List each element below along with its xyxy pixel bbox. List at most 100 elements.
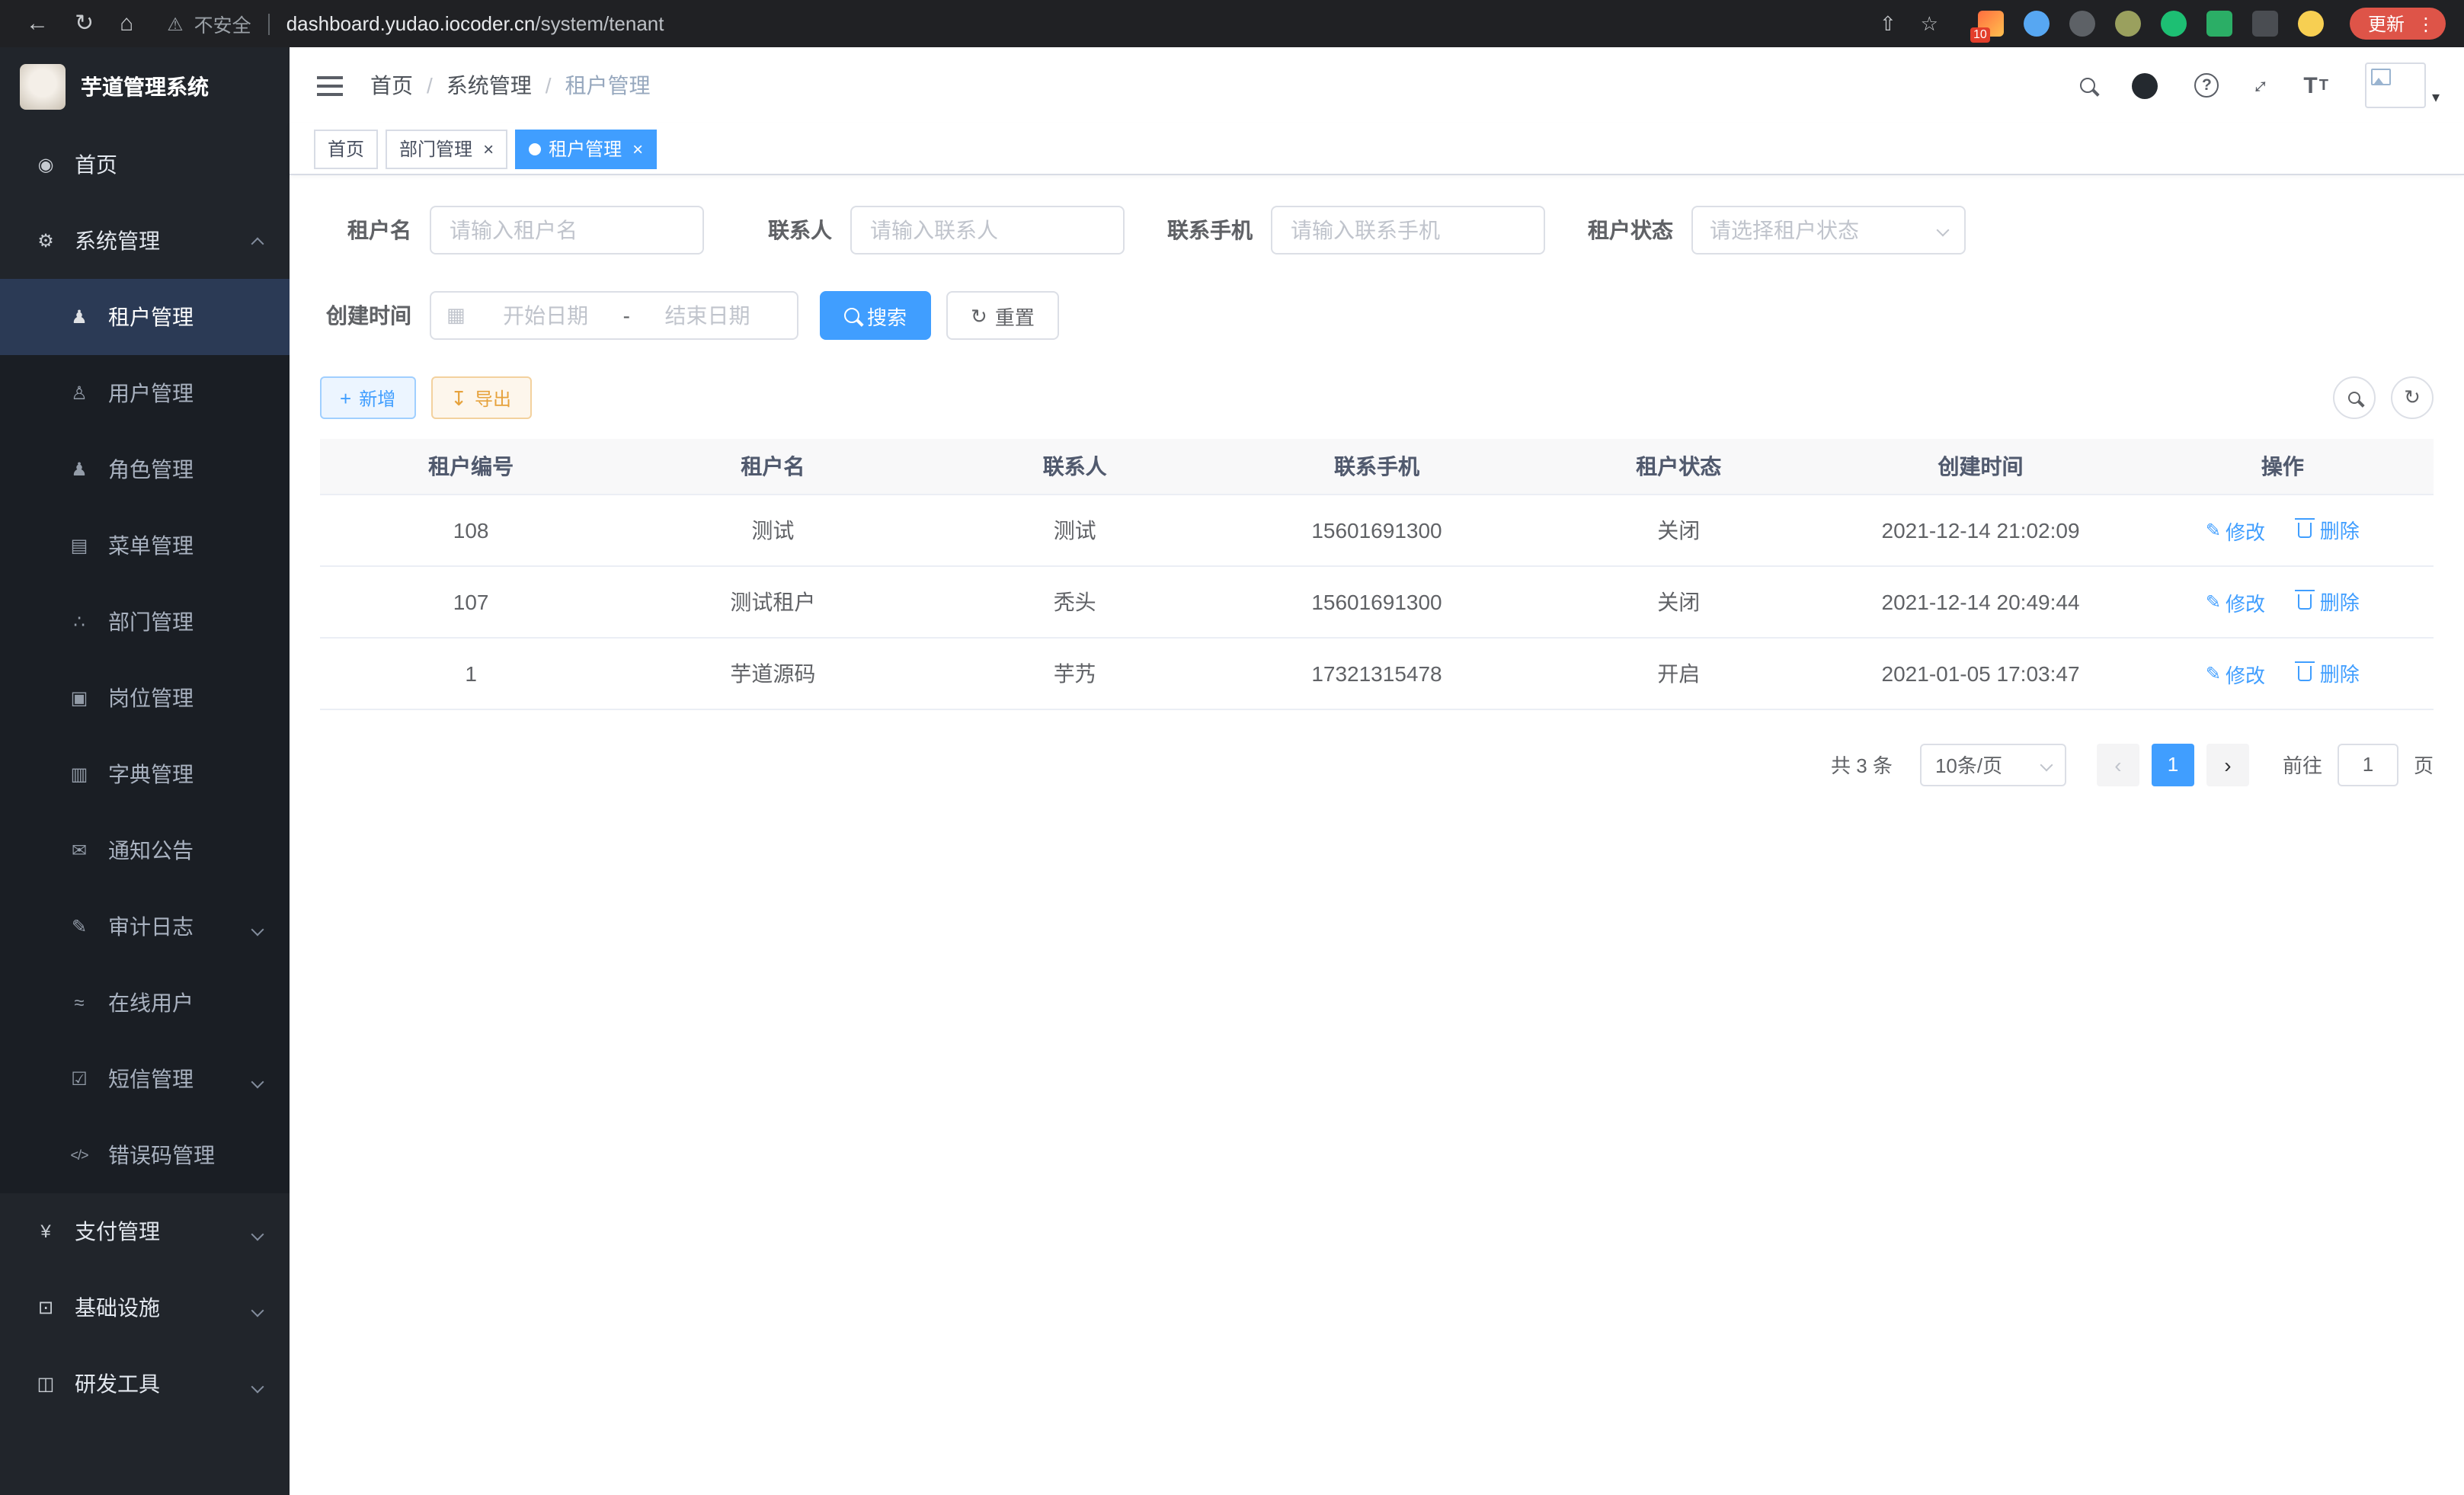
delete-link[interactable]: 删除 — [2299, 586, 2360, 615]
cell-actions: ✎修改 删除 — [2132, 494, 2434, 565]
sidebar-item-online-user[interactable]: ≈ 在线用户 — [0, 965, 290, 1041]
goto-page-input[interactable] — [2338, 743, 2398, 786]
extensions-puzzle-icon[interactable] — [2252, 11, 2278, 37]
cell-created: 2021-12-14 20:49:44 — [1829, 565, 2131, 637]
gear-icon: ⚙ — [32, 230, 59, 251]
app-title: 芋道管理系统 — [81, 72, 209, 102]
sidebar-item-user[interactable]: ♙ 用户管理 — [0, 355, 290, 431]
breadcrumb-system[interactable]: 系统管理 — [446, 70, 532, 101]
share-icon[interactable]: ⇧ — [1872, 14, 1904, 34]
cell-id: 1 — [320, 637, 622, 709]
chevron-down-icon — [1937, 224, 1950, 237]
tab-dept[interactable]: 部门管理 × — [386, 129, 507, 168]
sidebar-item-home[interactable]: ◉ 首页 — [0, 126, 290, 203]
sidebar-item-sms[interactable]: ☑ 短信管理 — [0, 1041, 290, 1117]
address-bar[interactable]: ⚠ 不安全 dashboard.yudao.iocoder.cn/system/… — [152, 9, 1946, 38]
edit-link[interactable]: ✎修改 — [2206, 516, 2265, 545]
refresh-button[interactable]: ↻ — [2391, 376, 2434, 419]
sidebar-toggle[interactable] — [314, 69, 346, 101]
audit-log-icon: ✎ — [66, 916, 93, 937]
sidebar-item-label: 支付管理 — [75, 1216, 160, 1247]
sidebar-item-role[interactable]: ♟ 角色管理 — [0, 431, 290, 507]
cell-name: 测试 — [622, 494, 923, 565]
extension-icon[interactable] — [2024, 11, 2050, 37]
close-icon[interactable]: × — [632, 139, 643, 158]
tab-tenant[interactable]: 租户管理 × — [515, 129, 657, 168]
update-button[interactable]: 更新 ⋮ — [2350, 8, 2446, 40]
tab-home[interactable]: 首页 — [314, 129, 378, 168]
extension-icon[interactable] — [2161, 11, 2187, 37]
chevron-down-icon — [253, 914, 262, 939]
app-logo[interactable]: 芋道管理系统 — [0, 47, 290, 126]
sidebar-item-audit-log[interactable]: ✎ 审计日志 — [0, 888, 290, 965]
sidebar: 芋道管理系统 ◉ 首页 ⚙ 系统管理 ♟ 租户管理 ♙ 用户管理 — [0, 47, 290, 1495]
bookmark-star-icon[interactable]: ☆ — [1913, 14, 1946, 34]
filter-form-row-1: 租户名 联系人 联系手机 租户状态 请选择租户状态 — [320, 206, 2434, 255]
user-icon: ♙ — [66, 383, 93, 404]
tab-label: 租户管理 — [549, 136, 622, 162]
extension-icon[interactable] — [2069, 11, 2095, 37]
roles-icon: ♟ — [66, 459, 93, 480]
sidebar-item-notice[interactable]: ✉ 通知公告 — [0, 812, 290, 888]
breadcrumb-home[interactable]: 首页 — [370, 70, 413, 101]
cell-name: 测试租户 — [622, 565, 923, 637]
dict-book-icon: ▥ — [66, 764, 93, 785]
sidebar-item-dept[interactable]: ∴ 部门管理 — [0, 584, 290, 660]
sidebar-item-post[interactable]: ▣ 岗位管理 — [0, 660, 290, 736]
delete-link[interactable]: 删除 — [2299, 514, 2360, 543]
fullscreen-icon[interactable]: ↕ — [2248, 72, 2275, 99]
date-range-picker[interactable]: ▦ 开始日期 - 结束日期 — [430, 291, 798, 340]
sidebar-item-payment[interactable]: ¥ 支付管理 — [0, 1193, 290, 1269]
export-button[interactable]: ↧ 导出 — [430, 376, 531, 419]
sidebar-item-dict[interactable]: ▥ 字典管理 — [0, 736, 290, 812]
edit-link[interactable]: ✎修改 — [2206, 659, 2265, 688]
extension-icon[interactable] — [2115, 11, 2141, 37]
sidebar-item-system[interactable]: ⚙ 系统管理 — [0, 203, 290, 279]
edit-link[interactable]: ✎修改 — [2206, 587, 2265, 616]
delete-link[interactable]: 删除 — [2299, 658, 2360, 687]
header-search-icon[interactable] — [2080, 78, 2095, 93]
sidebar-item-error-code[interactable]: </> 错误码管理 — [0, 1117, 290, 1193]
column-header-id: 租户编号 — [320, 439, 622, 494]
edit-icon: ✎ — [2206, 591, 2221, 613]
search-button[interactable]: 搜索 — [820, 291, 931, 340]
tenant-status-select[interactable]: 请选择租户状态 — [1691, 206, 1966, 255]
goto-label: 前往 — [2283, 750, 2322, 779]
page-number-1[interactable]: 1 — [2152, 743, 2194, 786]
tenant-table: 租户编号 租户名 联系人 联系手机 租户状态 创建时间 操作 108 测试 — [320, 439, 2434, 709]
page-size-select[interactable]: 10条/页 — [1920, 743, 2066, 786]
profile-avatar[interactable] — [2298, 11, 2324, 37]
filter-tenant-name: 租户名 — [320, 206, 704, 255]
add-button[interactable]: + 新增 — [320, 376, 415, 419]
divider — [268, 13, 270, 34]
extension-icon[interactable]: 10 — [1978, 11, 2004, 37]
font-size-icon[interactable]: TT — [2303, 72, 2328, 98]
reload-icon[interactable]: ↻ — [67, 12, 101, 35]
close-icon[interactable]: × — [483, 139, 494, 158]
next-page-button[interactable]: › — [2206, 743, 2249, 786]
security-label[interactable]: 不安全 — [194, 9, 251, 38]
chevron-up-icon — [253, 229, 262, 253]
sidebar-item-menu[interactable]: ▤ 菜单管理 — [0, 507, 290, 584]
tenant-name-input[interactable] — [430, 206, 704, 255]
sidebar-item-tenant[interactable]: ♟ 租户管理 — [0, 279, 290, 355]
url-path: /system/tenant — [535, 12, 664, 35]
sidebar-item-infra[interactable]: ⊡ 基础设施 — [0, 1269, 290, 1346]
sidebar-item-label: 菜单管理 — [108, 530, 194, 561]
prev-page-button[interactable]: ‹ — [2097, 743, 2139, 786]
reset-button[interactable]: ↻ 重置 — [946, 291, 1059, 340]
sidebar-item-devtools[interactable]: ◫ 研发工具 — [0, 1346, 290, 1422]
toggle-search-button[interactable] — [2333, 376, 2376, 419]
home-icon[interactable]: ⌂ — [112, 12, 141, 35]
contact-input[interactable] — [850, 206, 1125, 255]
github-icon[interactable] — [2132, 72, 2158, 98]
kebab-menu-icon[interactable]: ⋮ — [2417, 13, 2435, 34]
user-menu[interactable]: ▾ — [2365, 62, 2440, 108]
help-icon[interactable]: ? — [2194, 73, 2219, 98]
sms-shield-icon: ☑ — [66, 1068, 93, 1090]
phone-input[interactable] — [1271, 206, 1545, 255]
extension-icon[interactable] — [2206, 11, 2232, 37]
filter-label: 租户名 — [320, 215, 430, 245]
total-count: 共 3 条 — [1831, 750, 1893, 779]
back-icon[interactable]: ← — [18, 12, 56, 35]
